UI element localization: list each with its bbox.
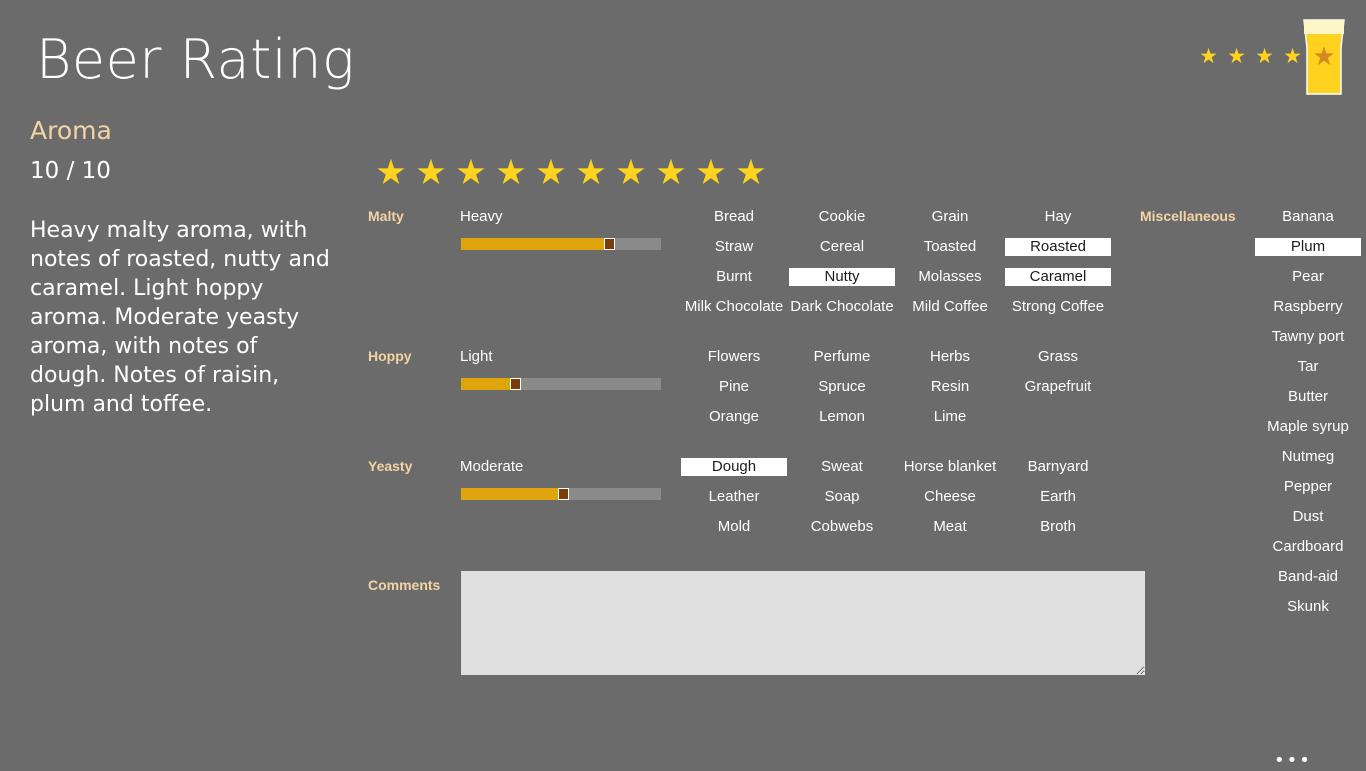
tag-roasted[interactable]: Roasted <box>1005 238 1111 256</box>
tag-grapefruit[interactable]: Grapefruit <box>1005 378 1111 396</box>
tag-pepper[interactable]: Pepper <box>1255 478 1361 496</box>
rating-star-6-icon[interactable]: ★ <box>571 154 611 192</box>
tag-broth[interactable]: Broth <box>1005 518 1111 536</box>
hoppy-slider-fill <box>461 378 515 390</box>
rating-star-4-icon[interactable]: ★ <box>491 154 531 192</box>
tag-raspberry[interactable]: Raspberry <box>1255 298 1361 316</box>
tag-resin[interactable]: Resin <box>897 378 1003 396</box>
hoppy-label: Hoppy <box>368 348 412 364</box>
header-star-icon: ★ <box>1227 44 1246 68</box>
malty-slider-thumb[interactable] <box>604 238 615 250</box>
tag-hay[interactable]: Hay <box>1005 208 1111 226</box>
malty-slider-fill <box>461 238 609 250</box>
tag-grass[interactable]: Grass <box>1005 348 1111 366</box>
rating-star-2-icon[interactable]: ★ <box>411 154 451 192</box>
tag-band-aid[interactable]: Band-aid <box>1255 568 1361 586</box>
tag-cobwebs[interactable]: Cobwebs <box>789 518 895 536</box>
rating-star-9-icon[interactable]: ★ <box>691 154 731 192</box>
tag-milk-chocolate[interactable]: Milk Chocolate <box>681 298 787 316</box>
tag-grain[interactable]: Grain <box>897 208 1003 226</box>
tag-lime[interactable]: Lime <box>897 408 1003 426</box>
header-star-icon: ★ <box>1283 44 1302 68</box>
tag-tawny-port[interactable]: Tawny port <box>1255 328 1361 346</box>
tag-cereal[interactable]: Cereal <box>789 238 895 256</box>
tag-soap[interactable]: Soap <box>789 488 895 506</box>
yeasty-slider-fill <box>461 488 563 500</box>
tag-nutmeg[interactable]: Nutmeg <box>1255 448 1361 466</box>
hoppy-intensity-slider[interactable] <box>461 378 661 390</box>
tag-sweat[interactable]: Sweat <box>789 458 895 476</box>
yeasty-level-label: Moderate <box>460 458 524 475</box>
tag-skunk[interactable]: Skunk <box>1255 598 1361 616</box>
tag-bread[interactable]: Bread <box>681 208 787 226</box>
tag-cheese[interactable]: Cheese <box>897 488 1003 506</box>
beer-glass-icon: ★ <box>1303 19 1345 95</box>
header-star-icon: ★ <box>1199 44 1218 68</box>
tag-earth[interactable]: Earth <box>1005 488 1111 506</box>
tag-banana[interactable]: Banana <box>1255 208 1361 226</box>
rating-star-1-icon[interactable]: ★ <box>371 154 411 192</box>
hoppy-slider-thumb[interactable] <box>510 378 521 390</box>
tag-caramel[interactable]: Caramel <box>1005 268 1111 286</box>
rating-star-5-icon[interactable]: ★ <box>531 154 571 192</box>
score-value: 10 / 10 <box>30 158 111 184</box>
tag-cardboard[interactable]: Cardboard <box>1255 538 1361 556</box>
tag-straw[interactable]: Straw <box>681 238 787 256</box>
tag-pine[interactable]: Pine <box>681 378 787 396</box>
rating-star-8-icon[interactable]: ★ <box>651 154 691 192</box>
tag-plum[interactable]: Plum <box>1255 238 1361 256</box>
tag-dust[interactable]: Dust <box>1255 508 1361 526</box>
aroma-summary: Heavy malty aroma, with notes of roasted… <box>30 218 330 417</box>
tag-cookie[interactable]: Cookie <box>789 208 895 226</box>
rating-star-7-icon[interactable]: ★ <box>611 154 651 192</box>
yeasty-intensity-slider[interactable] <box>461 488 661 500</box>
tag-strong-coffee[interactable]: Strong Coffee <box>1005 298 1111 316</box>
tag-molasses[interactable]: Molasses <box>897 268 1003 286</box>
rating-star-10-icon[interactable]: ★ <box>731 154 771 192</box>
tag-dark-chocolate[interactable]: Dark Chocolate <box>789 298 895 316</box>
tag-meat[interactable]: Meat <box>897 518 1003 536</box>
header-rating-stars: ★ ★ ★ ★ <box>1198 42 1303 70</box>
rating-star-3-icon[interactable]: ★ <box>451 154 491 192</box>
comments-input[interactable] <box>461 571 1145 675</box>
header-star-icon: ★ <box>1255 44 1274 68</box>
tag-toasted[interactable]: Toasted <box>897 238 1003 256</box>
tag-barnyard[interactable]: Barnyard <box>1005 458 1111 476</box>
app-title: Beer Rating <box>36 28 355 91</box>
section-title: Aroma <box>30 116 112 145</box>
hoppy-level-label: Light <box>460 348 493 365</box>
yeasty-label: Yeasty <box>368 458 413 474</box>
tag-orange[interactable]: Orange <box>681 408 787 426</box>
yeasty-slider-thumb[interactable] <box>558 488 569 500</box>
malty-label: Malty <box>368 208 404 224</box>
tag-herbs[interactable]: Herbs <box>897 348 1003 366</box>
miscellaneous-label: Miscellaneous <box>1140 208 1236 224</box>
tag-leather[interactable]: Leather <box>681 488 787 506</box>
svg-text:★: ★ <box>1312 42 1335 72</box>
tag-pear[interactable]: Pear <box>1255 268 1361 286</box>
tag-perfume[interactable]: Perfume <box>789 348 895 366</box>
tag-mold[interactable]: Mold <box>681 518 787 536</box>
tag-nutty[interactable]: Nutty <box>789 268 895 286</box>
malty-intensity-slider[interactable] <box>461 238 661 250</box>
tag-flowers[interactable]: Flowers <box>681 348 787 366</box>
rating-stars: ★ ★ ★ ★ ★ ★ ★ ★ ★ ★ <box>371 154 771 192</box>
tag-maple-syrup[interactable]: Maple syrup <box>1255 418 1361 436</box>
tag-tar[interactable]: Tar <box>1255 358 1361 376</box>
comments-label: Comments <box>368 577 441 593</box>
malty-level-label: Heavy <box>460 208 503 225</box>
tag-mild-coffee[interactable]: Mild Coffee <box>897 298 1003 316</box>
tag-spruce[interactable]: Spruce <box>789 378 895 396</box>
tag-butter[interactable]: Butter <box>1255 388 1361 406</box>
tag-horse-blanket[interactable]: Horse blanket <box>897 458 1003 476</box>
tag-lemon[interactable]: Lemon <box>789 408 895 426</box>
tag-dough[interactable]: Dough <box>681 458 787 476</box>
tag-burnt[interactable]: Burnt <box>681 268 787 286</box>
